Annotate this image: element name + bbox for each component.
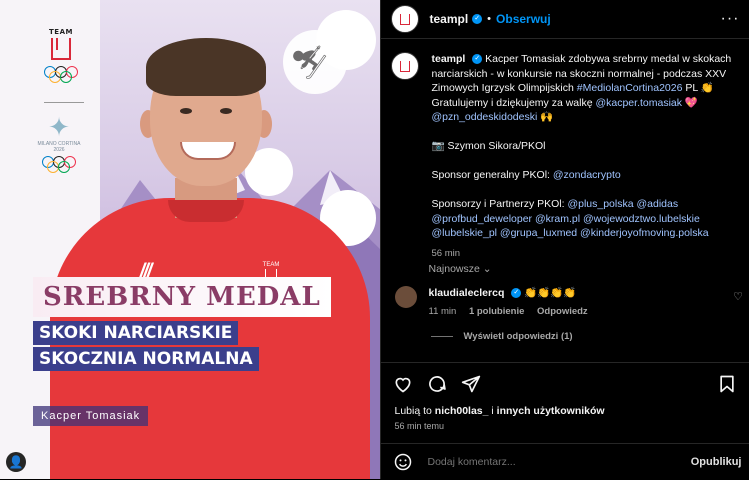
view-replies-button[interactable]: Wyświetl odpowiedzi (1) (431, 331, 572, 342)
post-viewer: TEAM ✦ MILANO CORTINA 2026 ⛷ /// TEAM SR… (0, 0, 749, 479)
sort-dropdown[interactable]: Najnowsze ⌄ (428, 263, 491, 275)
comment-input[interactable] (425, 455, 691, 469)
post-header: teampl ✓ • Obserwuj ··· (381, 0, 749, 39)
verified-badge-icon: ✓ (511, 288, 522, 299)
share-send-icon[interactable] (461, 374, 481, 394)
publish-button[interactable]: Opublikuj (691, 456, 742, 468)
post-timestamp: 56 min temu (394, 421, 445, 431)
follow-button[interactable]: Obserwuj (496, 12, 551, 26)
comment-username[interactable]: klaudialeclercq (428, 287, 504, 299)
comment-bubble-icon[interactable] (427, 374, 447, 394)
header-separator: • (487, 13, 492, 25)
caption-time: 56 min (431, 247, 460, 259)
bookmark-icon[interactable] (717, 374, 737, 394)
header-username[interactable]: teampl (429, 12, 468, 26)
post-image[interactable]: TEAM ✦ MILANO CORTINA 2026 ⛷ /// TEAM SR… (0, 0, 381, 479)
comment-likes[interactable]: 1 polubienie (469, 306, 524, 317)
verified-badge-icon: ✓ (472, 14, 483, 24)
photo-credit: 📷 Szymon Sikora/PKOl (431, 140, 546, 152)
post-side-panel: teampl ✓ • Obserwuj ··· teampl ✓ Kacper … (380, 0, 749, 479)
mention-link[interactable]: @zondacrypto (553, 169, 621, 181)
other-likers-link[interactable]: innych użytkowników (497, 405, 605, 417)
avatar[interactable] (391, 5, 420, 33)
caption-text: teampl ✓ Kacper Tomasiak zdobywa srebrny… (431, 52, 735, 261)
liker-username[interactable]: nich00las_ (435, 405, 489, 417)
caption-username[interactable]: teampl (431, 53, 465, 65)
reply-button[interactable]: Odpowiedz (537, 306, 588, 317)
more-options-icon[interactable]: ··· (721, 10, 740, 28)
likes-summary: Lubią to nich00las_ i innych użytkownikó… (394, 405, 605, 417)
mention-link[interactable]: @kacper.tomasiak (595, 97, 682, 109)
hashtag-link[interactable]: #MediolanCortina2026 (577, 82, 683, 94)
verified-badge-icon: ✓ (472, 54, 483, 65)
comment-time: 11 min (428, 306, 457, 317)
add-comment-bar: Opublikuj (381, 443, 749, 480)
like-heart-icon[interactable] (393, 374, 413, 394)
post-caption: teampl ✓ Kacper Tomasiak zdobywa srebrny… (391, 52, 741, 261)
avatar[interactable] (391, 52, 420, 80)
medal-title-text: SREBRNY MEDAL (43, 282, 321, 312)
like-comment-icon[interactable]: ♡ (733, 290, 743, 303)
athlete-name-tag: Kacper Tomasiak (33, 406, 149, 426)
chest-team-label: TEAM (262, 262, 280, 268)
emoji-picker-icon[interactable] (393, 452, 413, 472)
comment-item: klaudialeclercq ✓ 👏👏👏👏 11 min 1 polubien… (391, 286, 741, 317)
medal-title: SREBRNY MEDAL (33, 277, 331, 317)
user-tag-icon[interactable]: 👤 (6, 452, 26, 472)
avatar[interactable] (395, 286, 418, 308)
athlete-hair (146, 38, 266, 96)
event-banner: SKOCZNIA NORMALNA (33, 347, 259, 371)
discipline-banner: SKOKI NARCIARSKIE (33, 321, 239, 345)
post-actions: Lubią to nich00las_ i innych użytkownikó… (381, 362, 749, 479)
mention-link[interactable]: @pzn_oddeskidodeski (431, 111, 537, 123)
comment-text: 👏👏👏👏 (524, 287, 577, 299)
